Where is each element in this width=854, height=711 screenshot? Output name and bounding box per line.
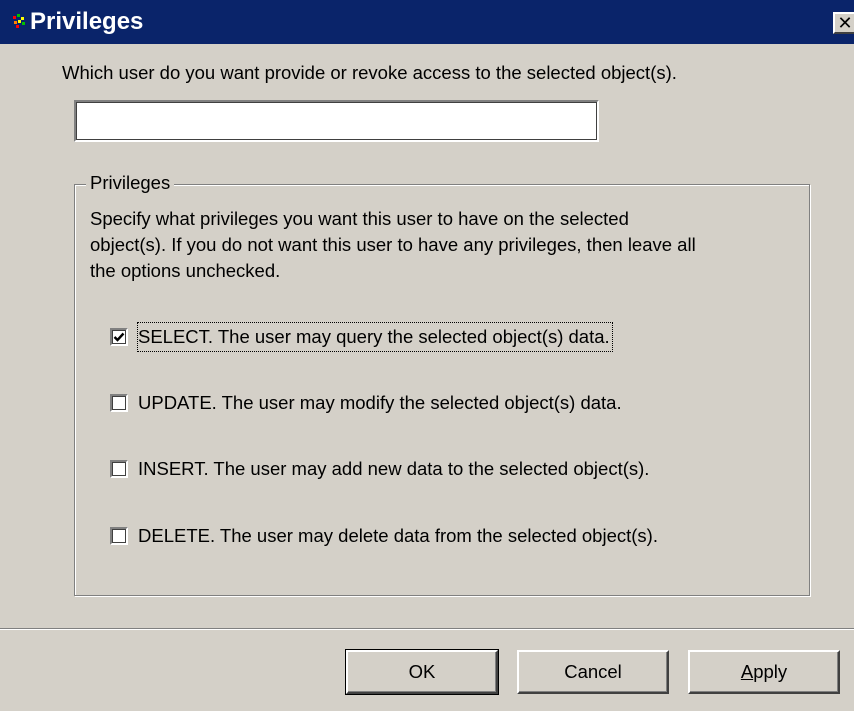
user-prompt-label: Which user do you want provide or revoke…	[62, 62, 677, 83]
apply-button-label-rest: pply	[753, 661, 788, 682]
privileges-group-legend: Privileges	[86, 170, 175, 196]
close-button[interactable]: ✕	[833, 12, 854, 34]
select-checkbox-label[interactable]: SELECT. The user may query the selected …	[137, 322, 613, 352]
app-icon	[13, 14, 25, 28]
privileges-description-line: the options unchecked.	[90, 260, 281, 281]
privileges-description-line: Specify what privileges you want this us…	[90, 208, 629, 229]
ok-button-label: OK	[408, 661, 436, 682]
user-name-input[interactable]	[74, 100, 599, 142]
title-bar[interactable]: Privileges ✕	[0, 0, 854, 44]
button-separator	[0, 628, 854, 630]
delete-checkbox-label[interactable]: DELETE. The user may delete data from th…	[138, 522, 658, 550]
insert-checkbox-label[interactable]: INSERT. The user may add new data to the…	[138, 455, 649, 483]
update-checkbox-label[interactable]: UPDATE. The user may modify the selected…	[138, 389, 622, 417]
ok-button[interactable]: OK	[345, 649, 499, 695]
apply-button-label: Apply	[741, 661, 787, 682]
apply-button-mnemonic: A	[740, 661, 754, 682]
cancel-button[interactable]: Cancel	[517, 650, 669, 694]
privileges-dialog: Privileges ✕ Which user do you want prov…	[0, 0, 854, 711]
cancel-button-label: Cancel	[564, 661, 622, 682]
checkmark-icon	[113, 332, 125, 342]
privileges-description: Specify what privileges you want this us…	[90, 206, 802, 284]
update-checkbox[interactable]	[110, 394, 128, 412]
delete-checkbox[interactable]	[110, 527, 128, 545]
privileges-description-line: object(s). If you do not want this user …	[90, 234, 696, 255]
insert-checkbox[interactable]	[110, 460, 128, 478]
close-icon: ✕	[837, 13, 853, 33]
apply-button[interactable]: Apply	[688, 650, 840, 694]
window-title: Privileges	[30, 8, 144, 35]
select-checkbox[interactable]	[110, 328, 128, 346]
